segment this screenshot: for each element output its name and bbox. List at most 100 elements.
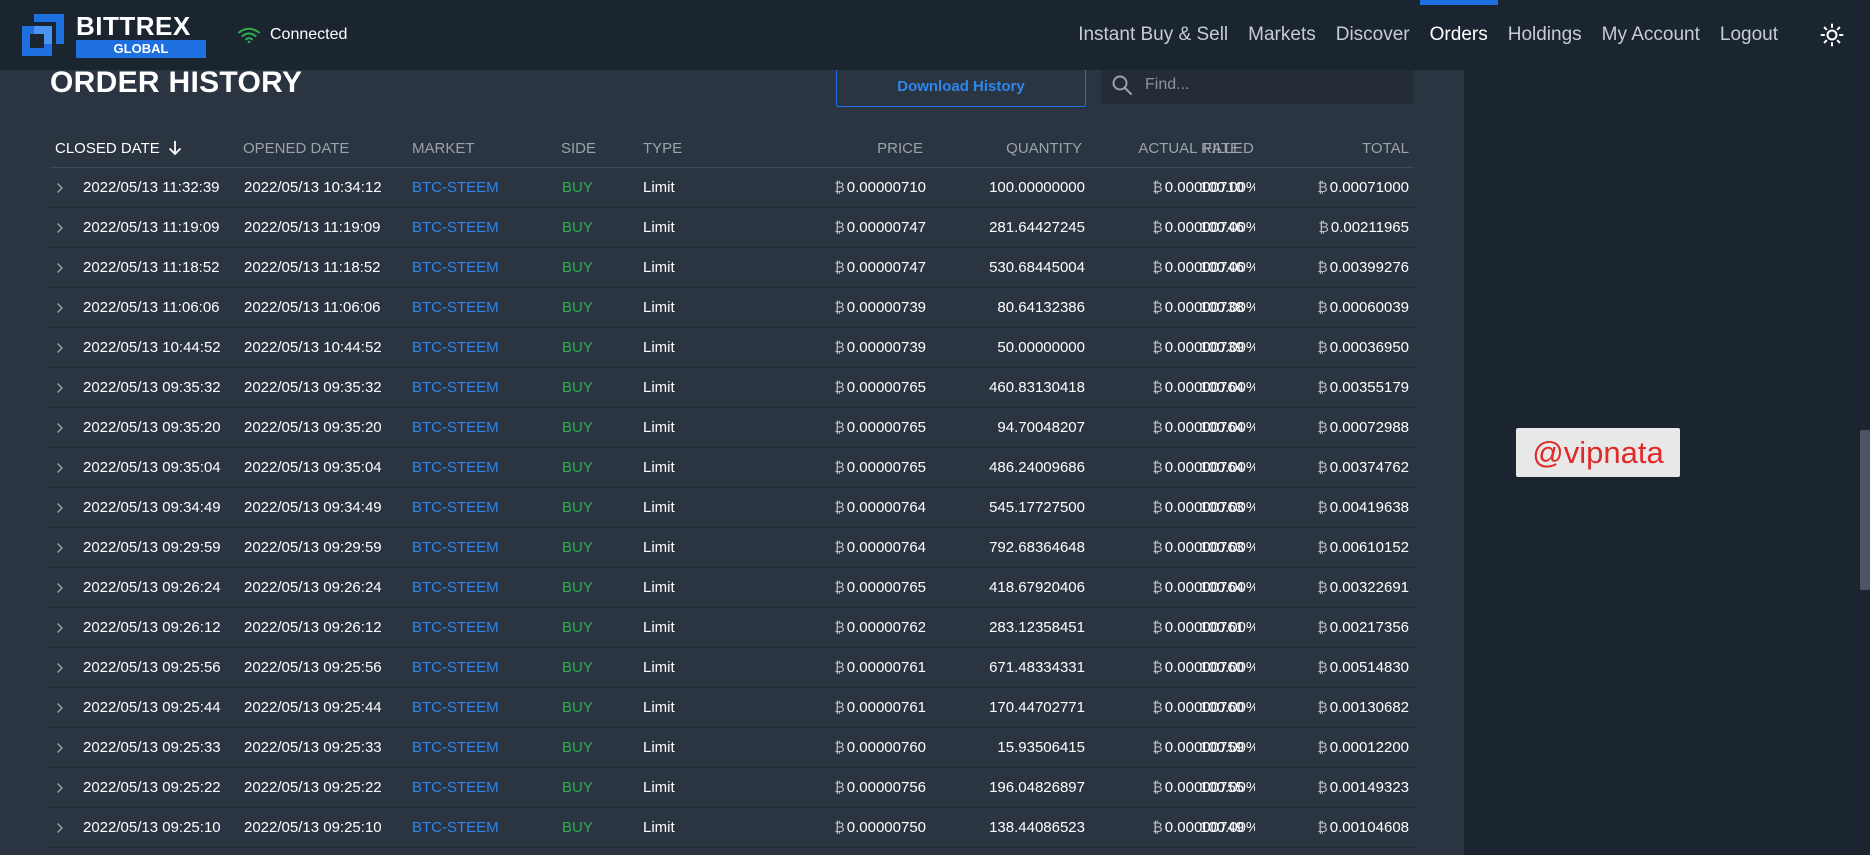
- type-cell: Limit: [643, 179, 675, 196]
- search-input[interactable]: [1145, 66, 1405, 104]
- market-link[interactable]: BTC-STEEM: [412, 419, 499, 436]
- closed-date-cell: 2022/05/13 09:35:32: [83, 379, 221, 396]
- market-link[interactable]: BTC-STEEM: [412, 659, 499, 676]
- market-link[interactable]: BTC-STEEM: [412, 299, 499, 316]
- side-cell: BUY: [562, 819, 593, 836]
- total-cell: ₿ 0.00322691: [1317, 579, 1409, 596]
- price-cell: ₿ 0.00000747: [834, 259, 926, 276]
- table-header: CLOSED DATE OPENED DATE MARKET SIDE TYPE…: [50, 131, 1414, 168]
- market-link[interactable]: BTC-STEEM: [412, 179, 499, 196]
- table-row[interactable]: 2022/05/13 09:35:32 2022/05/13 09:35:32 BT…: [50, 368, 1414, 408]
- table-row[interactable]: 2022/05/13 09:25:44 2022/05/13 09:25:44 BT…: [50, 688, 1414, 728]
- chevron-right-icon[interactable]: [56, 302, 64, 314]
- market-link[interactable]: BTC-STEEM: [412, 499, 499, 516]
- market-link[interactable]: BTC-STEEM: [412, 619, 499, 636]
- table-row[interactable]: 2022/05/13 09:35:20 2022/05/13 09:35:20 BT…: [50, 408, 1414, 448]
- market-link[interactable]: BTC-STEEM: [412, 259, 499, 276]
- filled-cell: 100.00%: [1200, 419, 1255, 436]
- chevron-right-icon[interactable]: [56, 822, 64, 834]
- brand-name: BITTREX: [76, 11, 191, 41]
- col-closed-date[interactable]: CLOSED DATE: [55, 140, 182, 157]
- market-link[interactable]: BTC-STEEM: [412, 339, 499, 356]
- market-link[interactable]: BTC-STEEM: [412, 739, 499, 756]
- table-row[interactable]: 2022/05/13 09:25:33 2022/05/13 09:25:33 BT…: [50, 728, 1414, 768]
- col-market[interactable]: MARKET: [412, 140, 475, 157]
- col-total[interactable]: TOTAL: [1362, 140, 1409, 157]
- chevron-right-icon[interactable]: [56, 342, 64, 354]
- table-row[interactable]: 2022/05/13 10:44:52 2022/05/13 10:44:52 BT…: [50, 328, 1414, 368]
- col-type[interactable]: TYPE: [643, 140, 682, 157]
- table-row[interactable]: 2022/05/13 09:35:04 2022/05/13 09:35:04 BT…: [50, 448, 1414, 488]
- chevron-right-icon[interactable]: [56, 702, 64, 714]
- market-link[interactable]: BTC-STEEM: [412, 699, 499, 716]
- bitcoin-icon: ₿: [834, 619, 845, 635]
- chevron-right-icon[interactable]: [56, 382, 64, 394]
- chevron-right-icon[interactable]: [56, 422, 64, 434]
- col-filled[interactable]: FILLED: [1203, 140, 1254, 157]
- nav-holdings[interactable]: Holdings: [1498, 0, 1592, 70]
- table-row[interactable]: 2022/05/13 11:06:06 2022/05/13 11:06:06 BT…: [50, 288, 1414, 328]
- total-cell: ₿ 0.00217356: [1317, 619, 1409, 636]
- scrollbar-thumb[interactable]: [1860, 430, 1870, 590]
- market-link[interactable]: BTC-STEEM: [412, 819, 499, 836]
- price-value: 0.00000764: [846, 499, 926, 516]
- brand-logo[interactable]: BITTREX GLOBAL: [20, 11, 210, 58]
- bitcoin-icon: ₿: [1152, 579, 1163, 595]
- chevron-right-icon[interactable]: [56, 742, 64, 754]
- side-cell: BUY: [562, 659, 593, 676]
- col-quantity[interactable]: QUANTITY: [1006, 140, 1082, 157]
- chevron-right-icon[interactable]: [56, 462, 64, 474]
- total-value: 0.00514830: [1329, 659, 1409, 676]
- table-row[interactable]: 2022/05/13 11:19:09 2022/05/13 11:19:09 BT…: [50, 208, 1414, 248]
- download-history-button[interactable]: Download History: [836, 66, 1086, 107]
- table-row[interactable]: 2022/05/13 09:25:22 2022/05/13 09:25:22 BT…: [50, 768, 1414, 808]
- nav-instant-buy-sell[interactable]: Instant Buy & Sell: [1068, 0, 1238, 70]
- chevron-right-icon[interactable]: [56, 182, 64, 194]
- price-value: 0.00000765: [846, 419, 926, 436]
- col-side[interactable]: SIDE: [561, 140, 596, 157]
- chevron-right-icon[interactable]: [56, 262, 64, 274]
- chevron-right-icon[interactable]: [56, 542, 64, 554]
- col-opened-date[interactable]: OPENED DATE: [243, 140, 349, 157]
- nav-orders[interactable]: Orders: [1419, 0, 1498, 70]
- brand-sub: GLOBAL: [76, 40, 206, 58]
- market-link[interactable]: BTC-STEEM: [412, 779, 499, 796]
- chevron-right-icon[interactable]: [56, 222, 64, 234]
- price-value: 0.00000710: [846, 179, 926, 196]
- table-row[interactable]: 2022/05/13 09:26:12 2022/05/13 09:26:12 BT…: [50, 608, 1414, 648]
- nav-logout[interactable]: Logout: [1710, 0, 1788, 70]
- table-row[interactable]: 2022/05/13 11:18:52 2022/05/13 11:18:52 BT…: [50, 248, 1414, 288]
- chevron-right-icon[interactable]: [56, 662, 64, 674]
- table-row[interactable]: 2022/05/13 09:25:56 2022/05/13 09:25:56 BT…: [50, 648, 1414, 688]
- col-price[interactable]: PRICE: [877, 140, 923, 157]
- market-link[interactable]: BTC-STEEM: [412, 459, 499, 476]
- market-link[interactable]: BTC-STEEM: [412, 379, 499, 396]
- chevron-right-icon[interactable]: [56, 782, 64, 794]
- nav-markets[interactable]: Markets: [1238, 0, 1326, 70]
- market-link[interactable]: BTC-STEEM: [412, 219, 499, 236]
- table-row[interactable]: 2022/05/13 09:29:59 2022/05/13 09:29:59 BT…: [50, 528, 1414, 568]
- table-row[interactable]: 2022/05/13 09:26:24 2022/05/13 09:26:24 BT…: [50, 568, 1414, 608]
- side-cell: BUY: [562, 619, 593, 636]
- price-value: 0.00000760: [846, 739, 926, 756]
- side-cell: BUY: [562, 419, 593, 436]
- table-row[interactable]: 2022/05/13 09:34:49 2022/05/13 09:34:49 BT…: [50, 488, 1414, 528]
- price-value: 0.00000739: [846, 339, 926, 356]
- nav-discover[interactable]: Discover: [1326, 0, 1420, 70]
- quantity-cell: 196.04826897: [989, 779, 1085, 796]
- side-cell: BUY: [562, 219, 593, 236]
- nav-my-account[interactable]: My Account: [1592, 0, 1710, 70]
- table-row[interactable]: 2022/05/13 11:32:39 2022/05/13 10:34:12 BT…: [50, 168, 1414, 208]
- bitcoin-icon: ₿: [834, 419, 845, 435]
- chevron-right-icon[interactable]: [56, 622, 64, 634]
- filled-cell: 100.00%: [1200, 819, 1255, 836]
- total-cell: ₿ 0.00374762: [1317, 459, 1409, 476]
- chevron-right-icon[interactable]: [56, 502, 64, 514]
- market-link[interactable]: BTC-STEEM: [412, 539, 499, 556]
- quantity-cell: 671.48334331: [989, 659, 1085, 676]
- sun-icon[interactable]: [1820, 23, 1844, 47]
- table-row[interactable]: 2022/05/13 09:25:10 2022/05/13 09:25:10 BT…: [50, 808, 1414, 848]
- market-link[interactable]: BTC-STEEM: [412, 579, 499, 596]
- bitcoin-icon: ₿: [1152, 699, 1163, 715]
- chevron-right-icon[interactable]: [56, 582, 64, 594]
